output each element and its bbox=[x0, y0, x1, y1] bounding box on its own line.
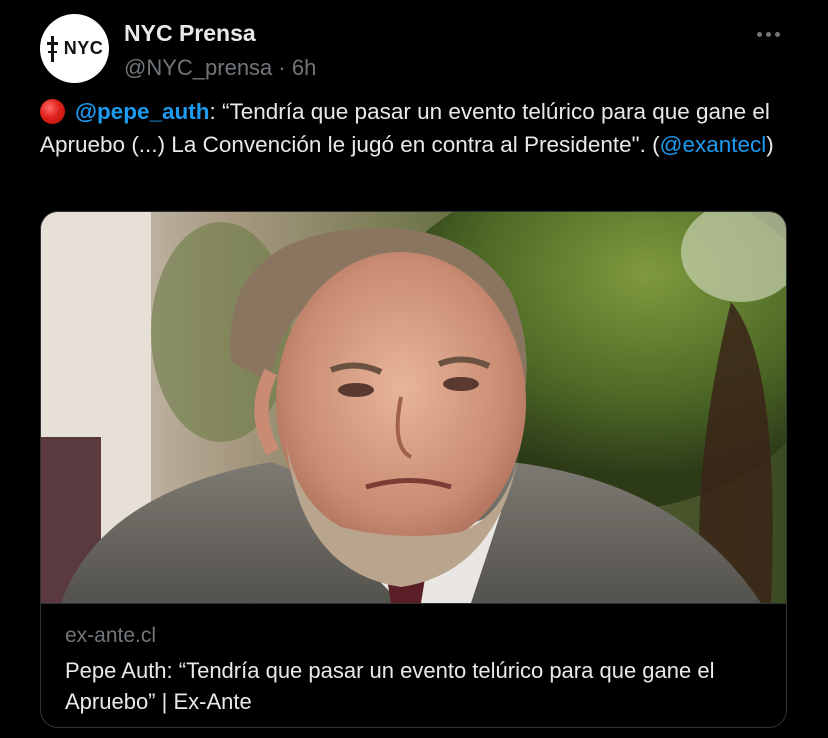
tweet-text: @pepe_auth: “Tendría que pasar un evento… bbox=[40, 95, 800, 161]
card-image[interactable] bbox=[41, 212, 786, 603]
card-title[interactable]: Pepe Auth: “Tendría que pasar un evento … bbox=[65, 655, 762, 717]
more-options-icon[interactable] bbox=[748, 20, 788, 48]
portrait-photo bbox=[41, 212, 786, 603]
avatar[interactable]: NYC bbox=[40, 14, 109, 83]
card-footer[interactable]: ex-ante.cl Pepe Auth: “Tendría que pasar… bbox=[41, 603, 786, 727]
link-card[interactable]: ex-ante.cl Pepe Auth: “Tendría que pasar… bbox=[40, 211, 787, 728]
meta-separator: · bbox=[278, 55, 286, 80]
card-domain: ex-ante.cl bbox=[65, 624, 157, 647]
display-name[interactable]: NYC Prensa bbox=[124, 20, 256, 47]
tweet-text-end: ) bbox=[766, 132, 774, 157]
mention-pepe-auth[interactable]: @pepe_auth bbox=[75, 99, 209, 124]
handle[interactable]: @NYC_prensa bbox=[124, 55, 272, 80]
author-meta: @NYC_prensa · 6h bbox=[124, 55, 316, 81]
mention-exantecl[interactable]: @exantecl bbox=[660, 132, 767, 157]
timestamp[interactable]: 6h bbox=[292, 55, 316, 80]
logo-mark-icon bbox=[46, 35, 58, 62]
avatar-label: NYC bbox=[63, 38, 104, 58]
red-circle-emoji-icon bbox=[40, 99, 65, 124]
